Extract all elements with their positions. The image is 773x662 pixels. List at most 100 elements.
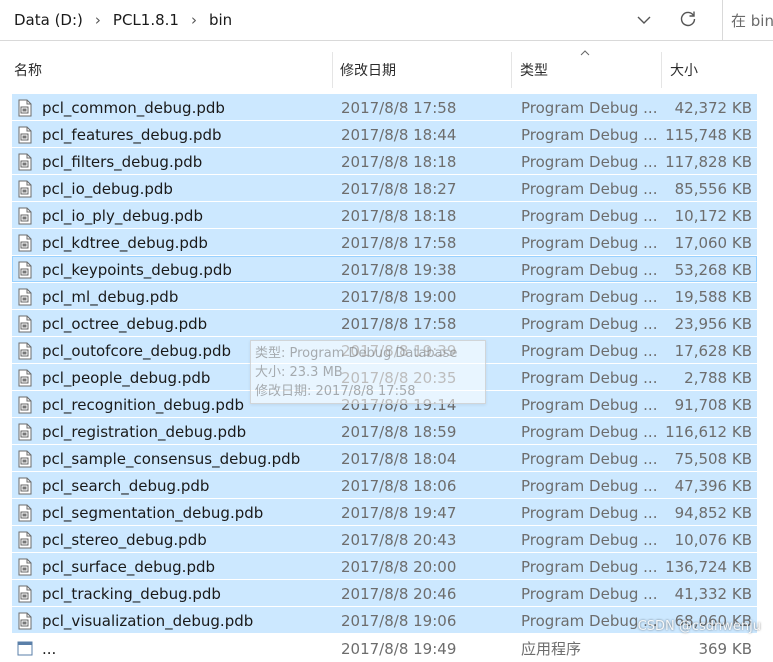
breadcrumb-separator-icon[interactable]: › (191, 11, 197, 29)
breadcrumb-separator-icon[interactable]: › (95, 11, 101, 29)
chevron-down-icon[interactable] (632, 9, 656, 31)
column-divider[interactable] (661, 52, 662, 88)
breadcrumb: Data (D:) › PCL1.8.1 › bin (14, 0, 232, 40)
file-row[interactable]: pcl_segmentation_debug.pdb 2017/8/8 19:47… (12, 499, 757, 525)
file-type: Program Debug ... (521, 369, 658, 387)
file-type: Program Debug ... (521, 315, 658, 333)
column-type[interactable]: 类型 (520, 52, 548, 88)
file-name[interactable]: pcl_people_debug.pdb (42, 365, 210, 391)
file-size: 53,268 KB (674, 261, 752, 279)
file-type: Program Debug ... (521, 180, 658, 198)
pdb-file-icon (17, 207, 33, 225)
file-date: 2017/8/8 18:44 (341, 126, 457, 144)
file-name[interactable]: pcl_io_ply_debug.pdb (42, 203, 203, 229)
file-date: 2017/8/8 20:00 (341, 558, 457, 576)
search-placeholder: 在 bin (731, 11, 773, 30)
file-row[interactable]: pcl_common_debug.pdb 2017/8/8 17:58 Progra… (12, 94, 757, 120)
file-size: 47,396 KB (674, 477, 752, 495)
tooltip-modified: 修改日期: 2017/8/8 17:58 (255, 384, 416, 399)
file-size: 136,724 KB (665, 558, 752, 576)
file-size: 10,172 KB (674, 207, 752, 225)
file-row[interactable]: pcl_stereo_debug.pdb 2017/8/8 20:43 Progra… (12, 526, 757, 552)
file-name[interactable]: pcl_common_debug.pdb (42, 95, 225, 121)
column-name[interactable]: 名称 (14, 52, 42, 88)
tooltip-size: 大小: 23.3 MB (255, 365, 343, 380)
file-type: Program Debug ... (521, 396, 658, 414)
file-type: Program Debug ... (521, 450, 658, 468)
pdb-file-icon (17, 558, 33, 576)
file-date: 2017/8/8 18:18 (341, 207, 457, 225)
column-header: 名称 修改日期 类型 大小 (0, 50, 773, 88)
pdb-file-icon (17, 477, 33, 495)
file-date: 2017/8/8 18:04 (341, 450, 457, 468)
file-date: 2017/8/8 17:58 (341, 315, 457, 333)
address-bar[interactable]: Data (D:) › PCL1.8.1 › bin 在 bin (0, 0, 773, 41)
file-type: Program Debug ... (521, 504, 658, 522)
file-size: 85,556 KB (674, 180, 752, 198)
file-row[interactable]: pcl_registration_debug.pdb 2017/8/8 18:59… (12, 418, 757, 444)
pdb-file-icon (17, 99, 33, 117)
file-name[interactable]: pcl_io_debug.pdb (42, 176, 173, 202)
file-name[interactable]: pcl_surface_debug.pdb (42, 554, 215, 580)
file-name[interactable]: pcl_segmentation_debug.pdb (42, 500, 263, 526)
file-row[interactable]: pcl_features_debug.pdb 2017/8/8 18:44 Prog… (12, 121, 757, 147)
file-name[interactable]: pcl_search_debug.pdb (42, 473, 209, 499)
file-name[interactable]: pcl_sample_consensus_debug.pdb (42, 446, 300, 472)
file-date: 2017/8/8 17:58 (341, 234, 457, 252)
column-size[interactable]: 大小 (670, 52, 698, 88)
exe-file-icon (17, 640, 33, 658)
pdb-file-icon (17, 153, 33, 171)
file-row[interactable]: pcl_kdtree_debug.pdb 2017/8/8 17:58 Progra… (12, 229, 757, 255)
file-type: Program Debug ... (521, 234, 658, 252)
file-type: Program Debug ... (521, 288, 658, 306)
file-date: 2017/8/8 18:27 (341, 180, 457, 198)
pdb-file-icon (17, 504, 33, 522)
file-name[interactable]: pcl_kdtree_debug.pdb (42, 230, 208, 256)
file-type: Program Debug ... (521, 531, 658, 549)
file-row[interactable]: pcl_keypoints_debug.pdb 2017/8/8 19:38 Pro… (12, 256, 757, 282)
file-size: 369 KB (698, 640, 752, 658)
file-name[interactable]: pcl_recognition_debug.pdb (42, 392, 244, 418)
column-divider[interactable] (332, 52, 333, 88)
breadcrumb-pcl[interactable]: PCL1.8.1 (113, 11, 179, 29)
file-name[interactable]: ... (42, 636, 56, 662)
file-row[interactable]: pcl_ml_debug.pdb 2017/8/8 19:00 Program De… (12, 283, 757, 309)
file-row[interactable]: pcl_io_debug.pdb 2017/8/8 18:27 Program De… (12, 175, 757, 201)
file-row[interactable]: pcl_sample_consensus_debug.pdb 2017/8/8 1… (12, 445, 757, 471)
tooltip-type: 类型: Program Debug Database (255, 346, 458, 361)
file-name[interactable]: pcl_stereo_debug.pdb (42, 527, 207, 553)
file-name[interactable]: pcl_ml_debug.pdb (42, 284, 178, 310)
file-row[interactable]: pcl_search_debug.pdb 2017/8/8 18:06 Progra… (12, 472, 757, 498)
file-name[interactable]: pcl_features_debug.pdb (42, 122, 222, 148)
file-type: Program Debug ... (521, 99, 658, 117)
file-row[interactable]: pcl_octree_debug.pdb 2017/8/8 17:58 Progra… (12, 310, 757, 336)
file-name[interactable]: pcl_visualization_debug.pdb (42, 608, 253, 634)
file-date: 2017/8/8 19:49 (341, 640, 457, 658)
file-name[interactable]: pcl_tracking_debug.pdb (42, 581, 221, 607)
pdb-file-icon (17, 450, 33, 468)
file-row[interactable]: pcl_surface_debug.pdb 2017/8/8 20:00 Progr… (12, 553, 757, 579)
file-row[interactable]: pcl_filters_debug.pdb 2017/8/8 18:18 Progr… (12, 148, 757, 174)
file-row[interactable]: pcl_tracking_debug.pdb 2017/8/8 20:46 Prog… (12, 580, 757, 606)
file-name[interactable]: pcl_outofcore_debug.pdb (42, 338, 231, 364)
file-size: 17,628 KB (674, 342, 752, 360)
file-size: 94,852 KB (674, 504, 752, 522)
file-date: 2017/8/8 18:18 (341, 153, 457, 171)
breadcrumb-bin[interactable]: bin (209, 11, 232, 29)
file-row-partial[interactable]: ... 2017/8/8 19:49 应用程序 369 KB (12, 635, 757, 661)
column-divider[interactable] (511, 52, 512, 88)
file-size: 19,588 KB (674, 288, 752, 306)
search-input[interactable]: 在 bin (723, 0, 773, 40)
file-type: Program Debug ... (521, 558, 658, 576)
file-name[interactable]: pcl_octree_debug.pdb (42, 311, 207, 337)
column-date[interactable]: 修改日期 (340, 52, 396, 88)
file-date: 2017/8/8 19:06 (341, 612, 457, 630)
sort-up-icon (580, 48, 590, 59)
pdb-file-icon (17, 369, 33, 387)
refresh-icon[interactable] (676, 7, 700, 31)
file-name[interactable]: pcl_registration_debug.pdb (42, 419, 246, 445)
file-name[interactable]: pcl_keypoints_debug.pdb (42, 257, 232, 283)
breadcrumb-drive[interactable]: Data (D:) (14, 11, 83, 29)
file-name[interactable]: pcl_filters_debug.pdb (42, 149, 202, 175)
file-row[interactable]: pcl_io_ply_debug.pdb 2017/8/8 18:18 Progra… (12, 202, 757, 228)
